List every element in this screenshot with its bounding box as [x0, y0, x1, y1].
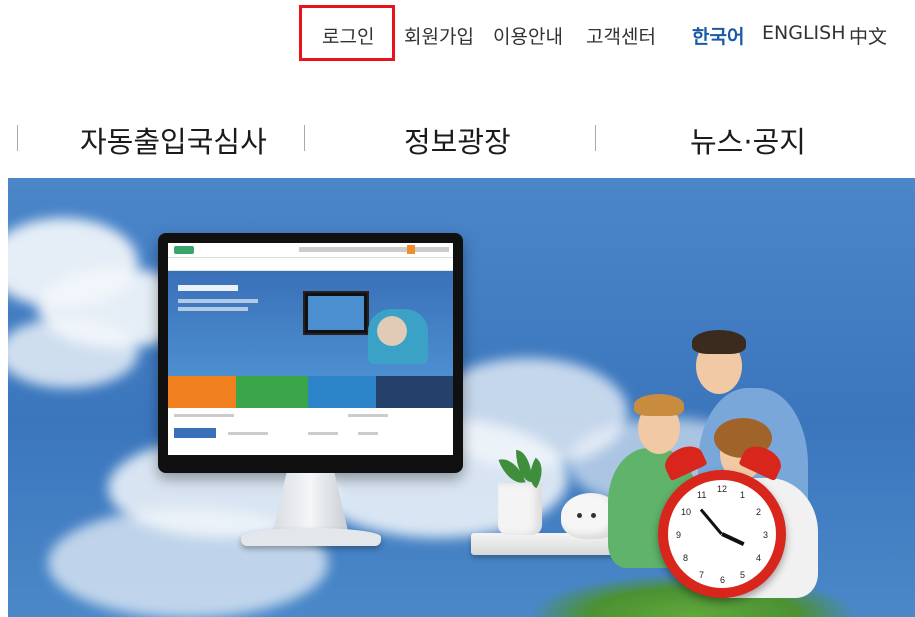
person-hair	[634, 394, 684, 416]
nav-item-news-notice[interactable]: 뉴스·공지	[690, 119, 806, 161]
nav-divider	[595, 125, 596, 151]
cloud	[8, 318, 138, 388]
language-english-link[interactable]: ENGLISH	[762, 22, 845, 44]
monitor-screen	[168, 243, 453, 455]
nav-item-auto-immigration[interactable]: 자동출입국심사	[80, 119, 267, 161]
plant-pot-illustration	[498, 483, 542, 535]
login-link[interactable]: 로그인	[322, 22, 374, 49]
language-korean-link[interactable]: 한국어	[692, 22, 744, 49]
nav-divider	[304, 125, 305, 151]
hero-banner: 12 1 2 3 4 5 6 7 8 9 10 11	[8, 178, 915, 617]
language-chinese-link[interactable]: 中文	[849, 22, 887, 49]
monitor-base	[241, 528, 381, 546]
monitor-illustration	[158, 233, 463, 473]
nav-item-info-plaza[interactable]: 정보광장	[404, 119, 511, 161]
signup-link[interactable]: 회원가입	[404, 22, 474, 49]
utility-nav: 로그인 회원가입 이용안내 고객센터 한국어 ENGLISH 中文	[0, 0, 915, 75]
nav-divider	[17, 125, 18, 151]
guide-link[interactable]: 이용안내	[493, 22, 563, 49]
support-link[interactable]: 고객센터	[586, 22, 656, 49]
main-nav: 자동출입국심사 정보광장 뉴스·공지	[0, 105, 915, 170]
alarm-clock-illustration: 12 1 2 3 4 5 6 7 8 9 10 11	[658, 440, 788, 598]
person-hair	[692, 330, 746, 354]
